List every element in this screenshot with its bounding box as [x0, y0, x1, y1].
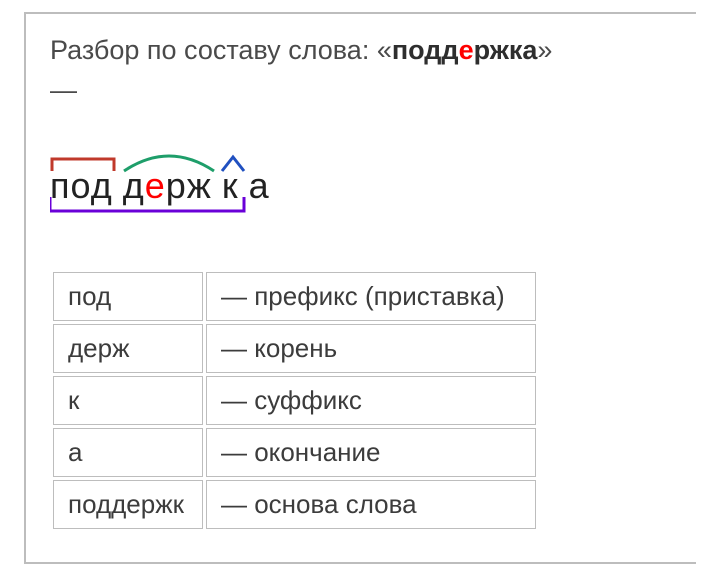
morph-root-2: рж [166, 165, 212, 206]
morph-root-1: д [123, 165, 145, 206]
morpheme-table: под — префикс (приставка) держ — корень … [50, 269, 539, 532]
table-row: держ — корень [53, 324, 536, 373]
title-word-part1: подд [392, 35, 459, 65]
table-row: а — окончание [53, 428, 536, 477]
morph-part-cell: поддержк [53, 480, 203, 529]
morph-part-cell: держ [53, 324, 203, 373]
morph-desc-cell: — суффикс [206, 376, 536, 425]
morph-ending: а [249, 165, 270, 206]
morph-suffix: к [222, 165, 239, 206]
table-row: к — суффикс [53, 376, 536, 425]
title-prefix: Разбор по составу слова: « [50, 35, 392, 65]
morph-part-cell: под [53, 272, 203, 321]
content-panel: Разбор по составу слова: «поддержка» — п… [24, 12, 696, 564]
morph-part-cell: а [53, 428, 203, 477]
title-suffix: » [537, 35, 552, 65]
morph-part-cell: к [53, 376, 203, 425]
table-row: под — префикс (приставка) [53, 272, 536, 321]
title-word-part2: ржка [474, 35, 538, 65]
morph-desc-cell: — окончание [206, 428, 536, 477]
title-line: Разбор по составу слова: «поддержка» — [50, 32, 672, 109]
morph-desc-cell: — основа слова [206, 480, 536, 529]
morpheme-diagram: поддержка [50, 135, 672, 225]
title-word-stress: е [459, 35, 474, 65]
morph-desc-cell: — префикс (приставка) [206, 272, 536, 321]
morph-desc-cell: — корень [206, 324, 536, 373]
morph-root-stress: е [145, 165, 166, 206]
morpheme-text: поддержка [50, 165, 270, 207]
title-dash: — [50, 72, 672, 108]
table-row: поддержк — основа слова [53, 480, 536, 529]
morph-prefix: под [50, 165, 113, 206]
